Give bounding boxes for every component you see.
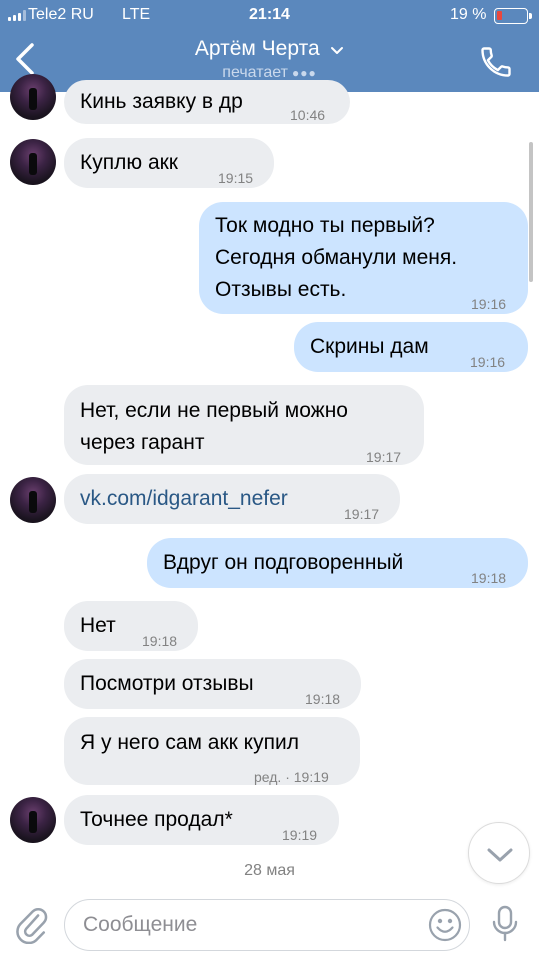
avatar[interactable]	[10, 797, 56, 843]
message-outgoing[interactable]: Ток модно ты первый? Сегодня обманули ме…	[199, 202, 528, 314]
emoji-button[interactable]	[427, 907, 463, 943]
message-time: 19:18	[471, 570, 507, 586]
message-outgoing[interactable]: Скрины дам 19:16	[294, 322, 528, 372]
message-incoming[interactable]: Нет 19:18	[64, 601, 198, 651]
typing-dots-icon: ●●●	[291, 66, 317, 80]
status-bar: Tele2 RU LTE 21:14 19 %	[0, 0, 539, 30]
message-text: Посмотри отзывы	[80, 672, 254, 695]
chat-title-button[interactable]: Артём Черта	[0, 37, 539, 61]
message-text: Нет	[80, 614, 116, 637]
message-composer	[0, 892, 539, 960]
paperclip-icon	[16, 907, 48, 945]
message-link[interactable]: vk.com/idgarant_nefer	[80, 487, 288, 510]
message-text: Скрины дам	[310, 335, 429, 358]
chevron-down-icon	[331, 46, 344, 54]
message-incoming[interactable]: Я у него сам акк купил ред. · 19:19	[64, 717, 360, 785]
message-text: Точнее продал*	[80, 808, 233, 831]
message-text: Вдруг он подговоренный	[163, 551, 404, 574]
message-time: 19:19	[282, 827, 318, 843]
message-incoming[interactable]: vk.com/idgarant_nefer 19:17	[64, 474, 400, 524]
microphone-icon	[492, 905, 518, 942]
message-time: 19:17	[366, 449, 402, 465]
message-text: Я у него сам акк купил	[80, 731, 299, 754]
chat-title: Артём Черта	[194, 37, 320, 60]
chevron-down-icon	[487, 848, 513, 862]
message-line: Нет, если не первый можно	[80, 399, 348, 422]
message-text: Кинь заявку в др	[80, 90, 243, 113]
microphone-button[interactable]	[490, 904, 520, 944]
avatar[interactable]	[10, 139, 56, 185]
battery-tip	[529, 13, 532, 19]
attach-button[interactable]	[14, 904, 48, 945]
message-line: Ток модно ты первый?	[215, 214, 435, 237]
message-time: 19:18	[142, 633, 178, 649]
message-incoming[interactable]: Нет, если не первый можно через гарант 1…	[64, 385, 424, 465]
emoji-icon	[428, 908, 462, 942]
message-outgoing[interactable]: Вдруг он подговоренный 19:18	[147, 538, 528, 588]
message-time: 19:17	[344, 506, 380, 522]
call-button[interactable]	[478, 44, 514, 80]
typing-status-text: печатает	[222, 64, 288, 81]
message-input[interactable]	[64, 899, 470, 951]
message-line: через гарант	[80, 431, 205, 454]
scrollbar[interactable]	[529, 142, 533, 282]
phone-icon	[481, 47, 511, 77]
battery-percent: 19 %	[450, 6, 487, 23]
message-time: 19:15	[218, 170, 254, 186]
message-text: Куплю акк	[80, 151, 178, 174]
message-line: Сегодня обманули меня.	[215, 246, 458, 269]
message-line: Отзывы есть.	[215, 278, 347, 301]
message-incoming[interactable]: Кинь заявку в др 10:46	[64, 80, 350, 124]
message-time: 19:18	[305, 691, 341, 707]
avatar[interactable]	[10, 477, 56, 523]
chat-header: Tele2 RU LTE 21:14 19 % Артём Черта печа…	[0, 0, 539, 92]
message-incoming[interactable]: Куплю акк 19:15	[64, 138, 274, 188]
message-time: 19:16	[470, 354, 506, 370]
message-incoming[interactable]: Посмотри отзывы 19:18	[64, 659, 361, 709]
message-time: 10:46	[290, 107, 326, 123]
date-separator: 28 мая	[244, 862, 295, 879]
avatar[interactable]	[10, 74, 56, 120]
message-time: 19:16	[471, 296, 507, 312]
message-incoming[interactable]: Точнее продал* 19:19	[64, 795, 339, 845]
message-time: ред. · 19:19	[254, 769, 329, 785]
scroll-down-button[interactable]	[468, 822, 530, 884]
battery-icon	[494, 8, 528, 24]
